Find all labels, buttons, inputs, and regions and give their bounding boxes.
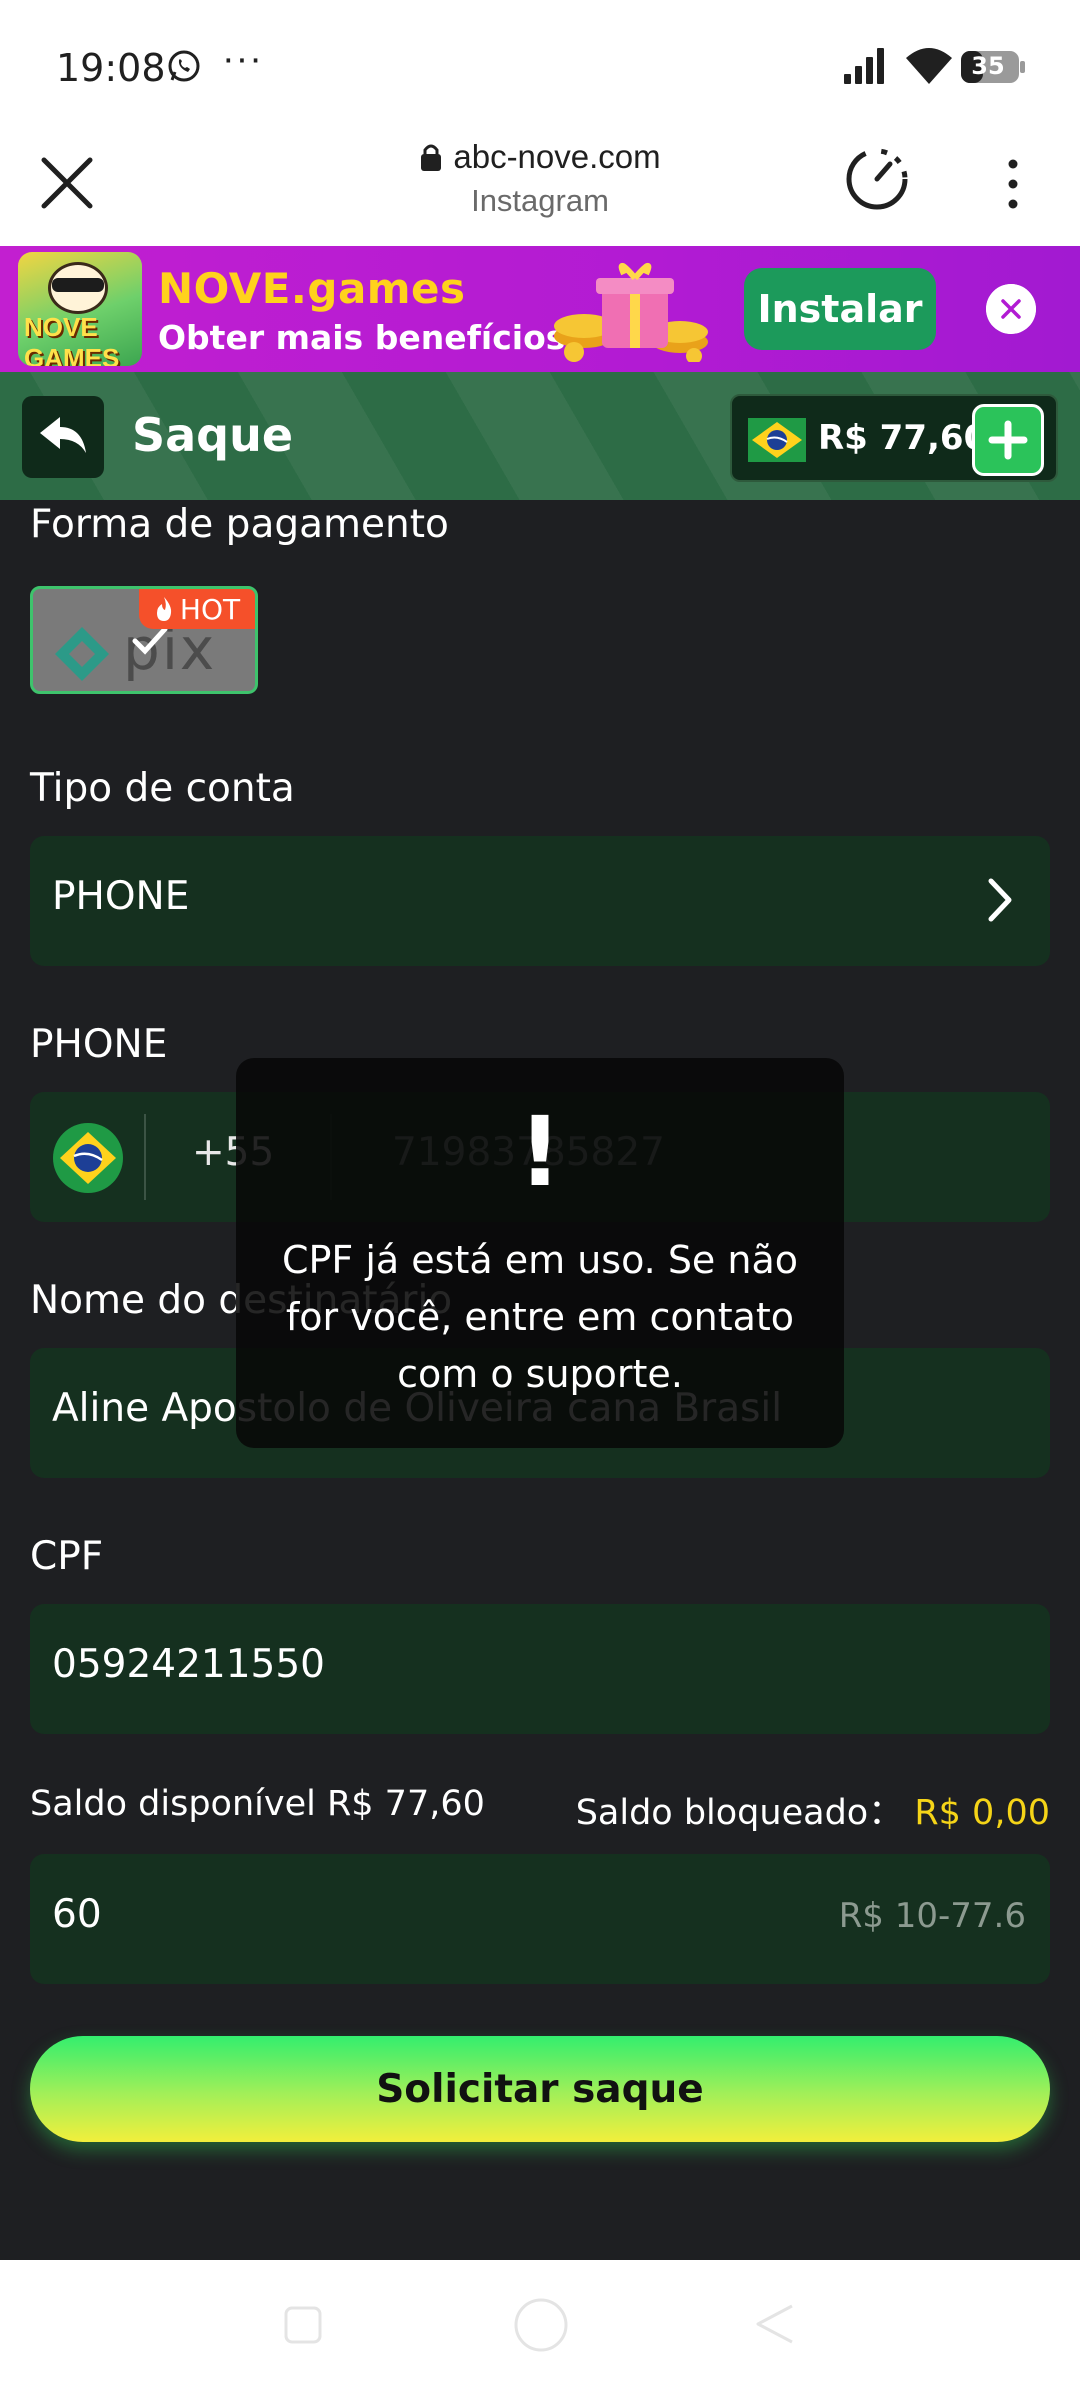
status-bar: 19:08 ··· 35 xyxy=(0,0,1080,130)
plus-icon xyxy=(988,420,1028,460)
phone-label: PHONE xyxy=(30,1022,168,1067)
browser-bar: abc-nove.com Instagram xyxy=(0,130,1080,246)
banner-close-icon[interactable] xyxy=(986,284,1036,334)
wifi-icon xyxy=(906,48,952,84)
url-source: Instagram xyxy=(471,183,609,218)
payment-method-label: Forma de pagamento xyxy=(30,502,449,547)
lock-icon xyxy=(421,144,442,171)
amount-input[interactable]: 60 R$ 10-77.6 xyxy=(30,1854,1050,1984)
warning-icon: ! xyxy=(518,1096,562,1208)
banner-title: NOVE.games xyxy=(158,264,466,313)
install-banner: NOVE GAMES NOVE.games Obter mais benefíc… xyxy=(0,246,1080,372)
account-type-value: PHONE xyxy=(52,874,190,919)
whatsapp-icon xyxy=(168,50,200,82)
wallet-balance: R$ 77,60 xyxy=(730,394,1058,482)
amount-range: R$ 10-77.6 xyxy=(838,1896,1026,1936)
account-type-label: Tipo de conta xyxy=(30,766,295,811)
request-withdraw-button[interactable]: Solicitar saque xyxy=(30,2036,1050,2142)
close-icon[interactable] xyxy=(36,152,98,214)
back-nav-icon[interactable] xyxy=(754,2302,796,2346)
brazil-flag-icon xyxy=(748,418,806,462)
cpf-label: CPF xyxy=(30,1534,104,1579)
system-nav-bar xyxy=(0,2260,1080,2392)
banner-subtitle: Obter mais benefícios xyxy=(158,318,566,357)
hot-badge: HOT xyxy=(139,589,255,629)
toast-message: CPF já está em uso. Se não for você, ent… xyxy=(281,1238,799,1396)
recents-icon[interactable] xyxy=(282,2304,324,2346)
app-header: Saque R$ 77,60 xyxy=(0,372,1080,500)
more-options-icon[interactable] xyxy=(998,154,1028,214)
available-balance: Saldo disponível R$ 77,60 xyxy=(30,1784,485,1824)
speedometer-icon[interactable] xyxy=(842,144,912,214)
cpf-input[interactable]: 05924211550 xyxy=(30,1604,1050,1734)
cpf-value: 05924211550 xyxy=(52,1642,325,1687)
amount-value: 60 xyxy=(52,1892,102,1937)
error-toast: ! CPF já está em uso. Se não for você, e… xyxy=(236,1058,844,1448)
brazil-flag-icon[interactable] xyxy=(52,1122,124,1194)
back-button[interactable] xyxy=(22,396,104,478)
pix-logo-icon xyxy=(55,627,109,681)
balance-amount: R$ 77,60 xyxy=(818,418,988,458)
payment-option-pix[interactable]: pix HOT xyxy=(30,586,258,694)
chevron-right-icon xyxy=(988,878,1012,922)
signal-icon xyxy=(844,48,884,84)
flame-icon xyxy=(156,597,172,621)
page-title: Saque xyxy=(132,408,294,462)
home-icon[interactable] xyxy=(512,2296,570,2354)
blocked-balance: Saldo bloqueado： R$ 0,00 xyxy=(575,1793,1050,1833)
url-text: abc-nove.com xyxy=(453,138,661,175)
deposit-button[interactable] xyxy=(972,404,1044,476)
url-area[interactable]: abc-nove.com Instagram xyxy=(300,138,780,219)
install-button[interactable]: Instalar xyxy=(744,268,936,350)
more-notifications-icon: ··· xyxy=(222,38,263,80)
gift-coins-icon xyxy=(554,263,708,362)
nove-games-logo: NOVE GAMES xyxy=(18,252,142,366)
status-time: 19:08 xyxy=(56,46,166,90)
back-arrow-icon xyxy=(40,417,86,453)
account-type-select[interactable]: PHONE xyxy=(30,836,1050,966)
battery-level: 35 xyxy=(971,52,1005,80)
